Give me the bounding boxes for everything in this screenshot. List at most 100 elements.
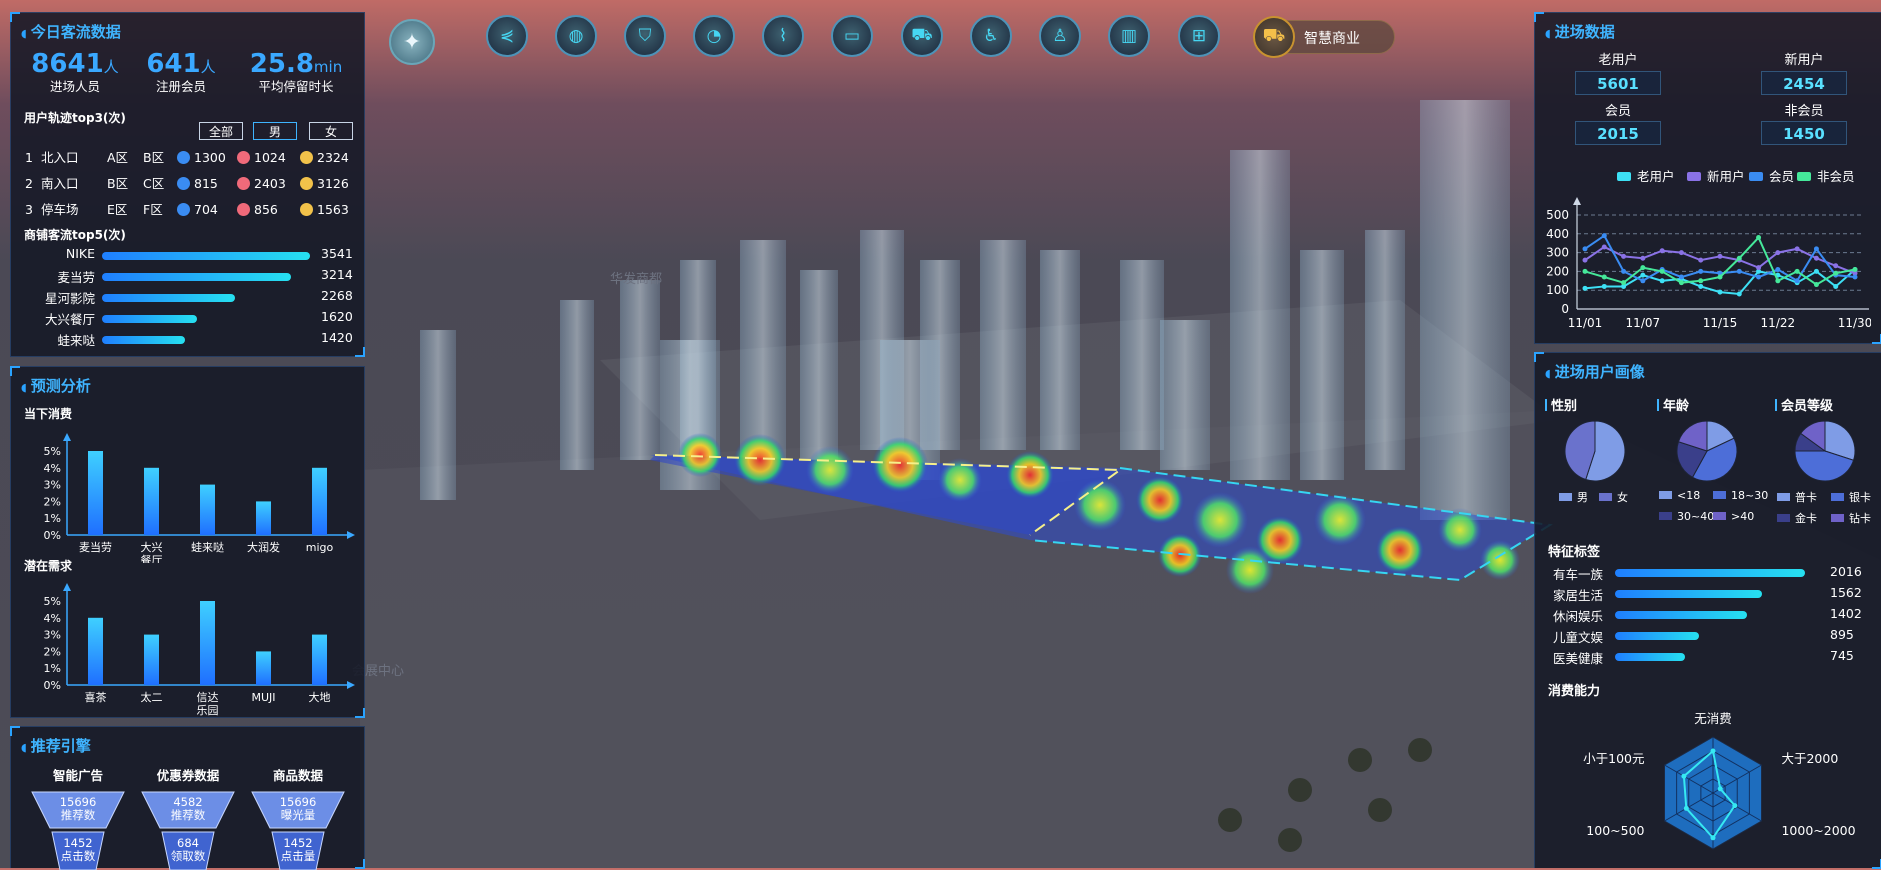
building-button[interactable]: ▥ <box>1108 15 1150 57</box>
presentation-button[interactable]: ⊞ <box>1178 15 1220 57</box>
radar-axis-label: 1000~2000 <box>1781 823 1855 838</box>
data-point <box>1736 255 1742 261</box>
bar <box>200 601 215 685</box>
y-tick-label: 1% <box>44 662 61 675</box>
funnel-top-label: 曝光量 <box>280 808 316 822</box>
pie-title-text: 性别 <box>1551 399 1578 414</box>
router-icon: ⌇ <box>778 26 788 46</box>
legend-swatch <box>1659 512 1672 520</box>
data-point <box>1698 283 1704 289</box>
shop-bar-row: 星河影院 2268 <box>31 288 361 306</box>
non-member-value: 1450 <box>1761 121 1847 145</box>
shop-bar-row: 大兴餐厅 1620 <box>31 309 361 327</box>
bus-button[interactable]: ▭ <box>831 15 873 57</box>
pie-legend-item: 30~40 <box>1659 510 1714 523</box>
shop-value: 2268 <box>321 288 353 303</box>
legend-label: 女 <box>1617 491 1628 504</box>
legend-swatch <box>1687 172 1701 181</box>
coin-icon <box>300 203 313 216</box>
female-icon <box>237 151 250 164</box>
data-point <box>1736 291 1742 297</box>
legend-item[interactable]: 会员 <box>1749 166 1794 185</box>
data-point <box>1698 257 1704 263</box>
track-count: 1563 <box>300 201 349 219</box>
shopping-bag-icon: ⛟ <box>1253 16 1295 58</box>
radar-axis-label: 大于2000 <box>1781 751 1838 766</box>
funnel-top-label: 推荐数 <box>60 808 96 822</box>
shop-name: 大兴餐厅 <box>44 312 95 327</box>
shop-name: 蛙来哒 <box>57 333 95 348</box>
recommend-panel: ◖ 推荐引擎 智能广告 15696 推荐数 1452 点击数 优惠券数据 4582 推荐数 684… <box>10 726 365 870</box>
radar-point <box>1717 786 1723 792</box>
pie-legend-item: <18 <box>1659 489 1700 502</box>
x-tick-label: MUJI <box>251 691 275 704</box>
coin-icon <box>300 151 313 164</box>
router-button[interactable]: ⌇ <box>762 15 804 57</box>
track-row: 2 南入口 B区 C区 815 2403 3126 <box>25 175 349 193</box>
compass-button[interactable]: ✦ <box>389 19 435 65</box>
track-count-value: 704 <box>194 202 218 217</box>
share-button[interactable]: ⋞ <box>486 15 528 57</box>
track-count: 1024 <box>237 149 286 167</box>
kpi-unit: 人 <box>103 58 119 76</box>
shop-bar <box>102 294 236 302</box>
legend-label: >40 <box>1731 510 1755 523</box>
title-marker-icon: ◖ <box>21 741 27 754</box>
female-icon <box>237 203 250 216</box>
track-cell: B区 <box>143 150 165 165</box>
radar-point <box>1732 803 1738 809</box>
shop-value: 3541 <box>321 246 353 261</box>
data-point <box>1756 235 1762 241</box>
forecast-title: 预测分析 <box>30 377 91 395</box>
pie-title-text: 会员等级 <box>1781 399 1834 414</box>
shop-value: 1420 <box>321 330 353 345</box>
presentation-icon: ⊞ <box>1191 26 1207 46</box>
data-point <box>1756 274 1762 280</box>
x-tick-label: 大润发 <box>247 540 280 554</box>
funnel-bottom-label: 点击量 <box>280 849 316 863</box>
pedestrian-button[interactable]: ♿ <box>970 15 1012 57</box>
filter-male-button[interactable]: 男 <box>253 122 297 140</box>
globe-button[interactable]: ◍ <box>555 15 597 57</box>
shield-button[interactable]: ⛉ <box>624 15 666 57</box>
bar <box>200 484 215 535</box>
legend-item[interactable]: 新用户 <box>1687 166 1745 185</box>
legend-item[interactable]: 非会员 <box>1797 166 1855 185</box>
data-point <box>1698 268 1704 274</box>
legend-item[interactable]: 老用户 <box>1617 166 1675 185</box>
data-point <box>1640 255 1646 261</box>
track-cell: B区 <box>107 176 129 191</box>
data-point <box>1852 274 1858 280</box>
data-point <box>1775 250 1781 256</box>
title-marker-icon <box>1545 399 1547 411</box>
kpi-value: 8641 <box>31 49 104 79</box>
coin-icon <box>300 177 313 190</box>
pie-legend-item: 18~30 <box>1713 489 1768 502</box>
pie-legend-item: 钻卡 <box>1831 510 1871 526</box>
filter-all-button[interactable]: 全部 <box>199 122 243 140</box>
speedometer-button[interactable]: ◔ <box>693 15 735 57</box>
legend-label: 钻卡 <box>1849 512 1871 525</box>
forecast-panel: ◖ 预测分析 当下消费 0% 1% 2% 3% 4% 5% 麦当劳 大兴 餐厅 蛙来哒 大润发 migo… <box>10 366 365 718</box>
data-point <box>1582 246 1588 252</box>
filter-female-button[interactable]: 女 <box>309 122 353 140</box>
data-point <box>1833 263 1839 269</box>
track-count: 704 <box>177 201 218 219</box>
y-tick-label: 4% <box>44 462 61 475</box>
spend-radar-chart: 无消费大于20001000~2000500~1000100~500小于100元 <box>1583 711 1856 850</box>
shop-bar <box>102 315 198 323</box>
kpi-unit: min <box>313 58 343 76</box>
pedestrian-icon: ♿ <box>983 26 999 46</box>
legend-label: 新用户 <box>1707 169 1745 184</box>
track-count-value: 856 <box>254 202 278 217</box>
data-point <box>1833 283 1839 289</box>
y-tick-label: 400 <box>1546 227 1569 241</box>
truck-button[interactable]: ⛟ <box>901 15 943 57</box>
x-tick-label: 11/30 <box>1838 316 1871 330</box>
shield-icon: ⛉ <box>638 26 652 46</box>
hydrant-button[interactable]: ♙ <box>1039 15 1081 57</box>
track-count: 2324 <box>300 149 349 167</box>
radar-point <box>1710 748 1716 754</box>
pie-chart <box>1676 420 1738 482</box>
smart-business-button[interactable]: ⛟ 智慧商业 <box>1253 16 1395 58</box>
